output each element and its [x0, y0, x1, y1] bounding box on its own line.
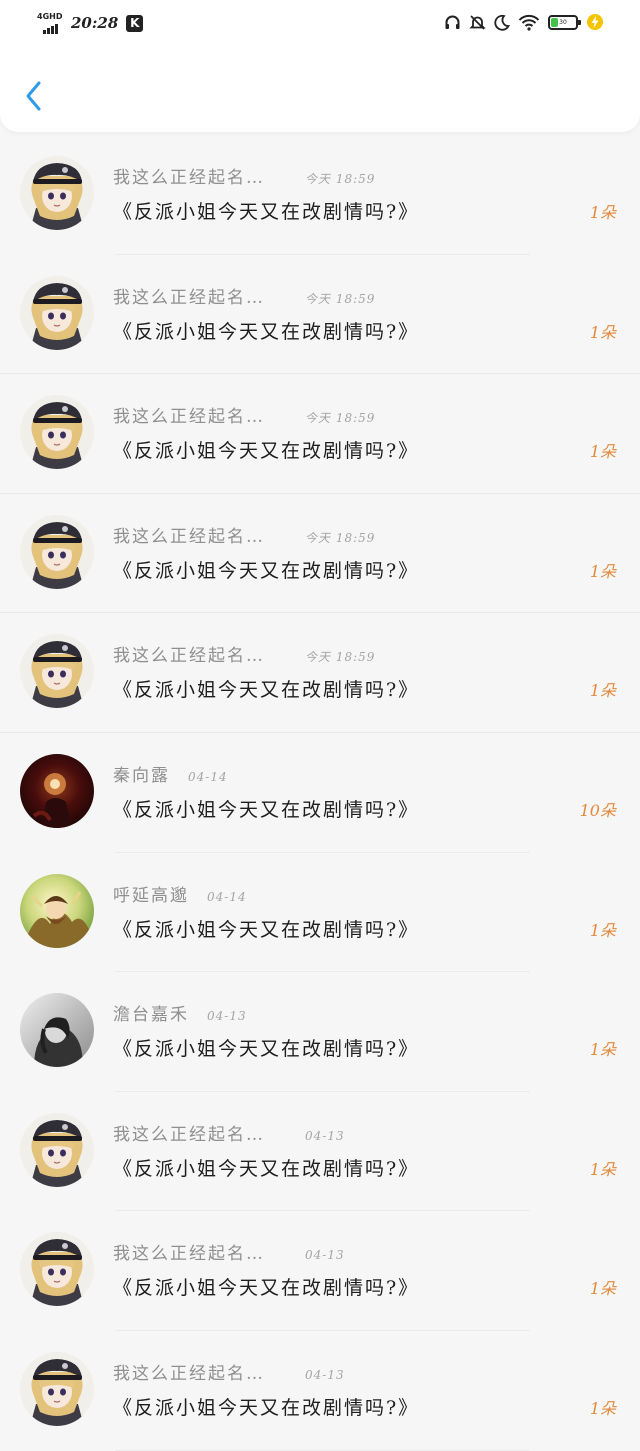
list-item[interactable]: 我这么正经起名… 04-13 《反派小姐今天又在改剧情吗?》 1朵	[0, 1211, 640, 1331]
gift-time: 今天 18:59	[305, 291, 376, 306]
book-title: 《反派小姐今天又在改剧情吗?》	[113, 1038, 420, 1061]
user-name: 我这么正经起名…	[113, 1124, 265, 1145]
flower-count: 1朵	[589, 1398, 616, 1418]
avatar[interactable]	[20, 873, 94, 948]
list-item[interactable]: 我这么正经起名… 04-13 《反派小姐今天又在改剧情吗?》 1朵	[0, 1331, 640, 1451]
gift-time: 今天 18:59	[305, 411, 376, 426]
name-line: 澹台嘉禾 04-13	[113, 1000, 247, 1025]
user-name: 秦向露	[113, 765, 170, 786]
user-name: 我这么正经起名…	[113, 1363, 265, 1384]
name-line: 呼延高邈 04-14	[113, 881, 247, 906]
back-button[interactable]	[18, 76, 50, 116]
user-name: 澹台嘉禾	[113, 1005, 189, 1026]
wifi-icon	[518, 14, 540, 31]
gift-time: 今天 18:59	[305, 650, 376, 665]
list-item[interactable]: 呼延高邈 04-14 《反派小姐今天又在改剧情吗?》 1朵	[0, 853, 640, 973]
status-bar: 4GHD 20:28 K 30	[0, 0, 640, 50]
gift-time: 今天 18:59	[305, 530, 376, 545]
top-nav-bar	[0, 50, 640, 132]
name-line: 我这么正经起名… 今天 18:59	[113, 641, 375, 666]
avatar[interactable]	[20, 1351, 94, 1426]
gift-time: 04-13	[305, 1128, 345, 1143]
book-title: 《反派小姐今天又在改剧情吗?》	[113, 798, 420, 821]
avatar[interactable]	[20, 993, 94, 1068]
name-line: 我这么正经起名… 今天 18:59	[113, 163, 375, 188]
book-title: 《反派小姐今天又在改剧情吗?》	[113, 440, 420, 463]
avatar[interactable]	[20, 156, 94, 230]
flower-count: 1朵	[589, 561, 616, 581]
flower-count: 1朵	[589, 1159, 616, 1179]
flower-count: 1朵	[589, 920, 616, 940]
list-item[interactable]: 我这么正经起名… 今天 18:59 《反派小姐今天又在改剧情吗?》 1朵	[0, 494, 640, 614]
name-line: 我这么正经起名… 今天 18:59	[113, 402, 375, 427]
user-name: 我这么正经起名…	[113, 287, 265, 308]
name-line: 我这么正经起名… 04-13	[113, 1239, 345, 1264]
bell-off-icon	[469, 14, 486, 30]
flower-count: 10朵	[579, 800, 616, 820]
flower-gift-list: 我这么正经起名… 今天 18:59 《反派小姐今天又在改剧情吗?》 1朵 我这么…	[0, 135, 640, 1451]
avatar[interactable]	[20, 1112, 94, 1187]
book-title: 《反派小姐今天又在改剧情吗?》	[113, 1157, 420, 1180]
book-title: 《反派小姐今天又在改剧情吗?》	[113, 201, 420, 223]
status-left: 4GHD 20:28 K	[37, 12, 144, 34]
chevron-left-icon	[26, 81, 41, 111]
signal-icon: 4GHD	[37, 12, 67, 34]
network-type: 4GHD	[37, 12, 63, 21]
avatar[interactable]	[20, 275, 94, 350]
gift-time: 04-14	[207, 889, 247, 904]
flower-count: 1朵	[589, 1279, 616, 1299]
book-title: 《反派小姐今天又在改剧情吗?》	[113, 679, 420, 702]
name-line: 秦向露 04-14	[113, 761, 228, 786]
user-name: 我这么正经起名…	[113, 168, 265, 188]
book-title: 《反派小姐今天又在改剧情吗?》	[113, 1277, 420, 1300]
list-item[interactable]: 澹台嘉禾 04-13 《反派小姐今天又在改剧情吗?》 1朵	[0, 972, 640, 1092]
name-line: 我这么正经起名… 今天 18:59	[113, 522, 375, 547]
flower-count: 1朵	[589, 1040, 616, 1060]
user-name: 我这么正经起名…	[113, 407, 265, 428]
moon-icon	[494, 14, 510, 31]
list-item[interactable]: 我这么正经起名… 今天 18:59 《反派小姐今天又在改剧情吗?》 1朵	[0, 255, 640, 375]
list-item[interactable]: 我这么正经起名… 今天 18:59 《反派小姐今天又在改剧情吗?》 1朵	[0, 613, 640, 733]
book-title: 《反派小姐今天又在改剧情吗?》	[113, 1396, 420, 1419]
avatar[interactable]	[20, 395, 94, 470]
avatar[interactable]	[20, 634, 94, 709]
book-title: 《反派小姐今天又在改剧情吗?》	[113, 320, 420, 343]
list-item[interactable]: 我这么正经起名… 今天 18:59 《反派小姐今天又在改剧情吗?》 1朵	[0, 135, 640, 255]
book-title: 《反派小姐今天又在改剧情吗?》	[113, 918, 420, 941]
book-title: 《反派小姐今天又在改剧情吗?》	[113, 559, 420, 582]
app-badge-icon: K	[126, 14, 144, 32]
flower-count: 1朵	[589, 203, 616, 222]
charging-icon	[587, 14, 603, 30]
gift-time: 04-13	[305, 1248, 345, 1263]
status-time: 20:28	[71, 14, 119, 32]
user-name: 我这么正经起名…	[113, 1244, 265, 1265]
avatar[interactable]	[20, 753, 94, 828]
gift-time: 04-13	[207, 1009, 247, 1024]
flower-count: 1朵	[589, 442, 616, 462]
list-item[interactable]: 我这么正经起名… 今天 18:59 《反派小姐今天又在改剧情吗?》 1朵	[0, 374, 640, 494]
list-item[interactable]: 我这么正经起名… 04-13 《反派小姐今天又在改剧情吗?》 1朵	[0, 1092, 640, 1212]
gift-time: 04-13	[305, 1367, 345, 1382]
user-name: 我这么正经起名…	[113, 646, 265, 667]
name-line: 我这么正经起名… 04-13	[113, 1359, 345, 1384]
flower-count: 1朵	[589, 681, 616, 701]
user-name: 我这么正经起名…	[113, 526, 265, 547]
name-line: 我这么正经起名… 今天 18:59	[113, 283, 375, 308]
gift-time: 今天 18:59	[305, 172, 376, 186]
user-name: 呼延高邈	[113, 885, 189, 906]
battery-label: 30	[559, 18, 567, 26]
flower-count: 1朵	[589, 322, 616, 342]
avatar[interactable]	[20, 514, 94, 589]
status-right: 30	[436, 13, 604, 31]
avatar[interactable]	[20, 1232, 94, 1307]
headphones-icon	[445, 15, 460, 29]
name-line: 我这么正经起名… 04-13	[113, 1120, 345, 1145]
battery-icon: 30	[548, 14, 581, 30]
gift-time: 04-14	[188, 769, 228, 784]
list-item[interactable]: 秦向露 04-14 《反派小姐今天又在改剧情吗?》 10朵	[0, 733, 640, 853]
